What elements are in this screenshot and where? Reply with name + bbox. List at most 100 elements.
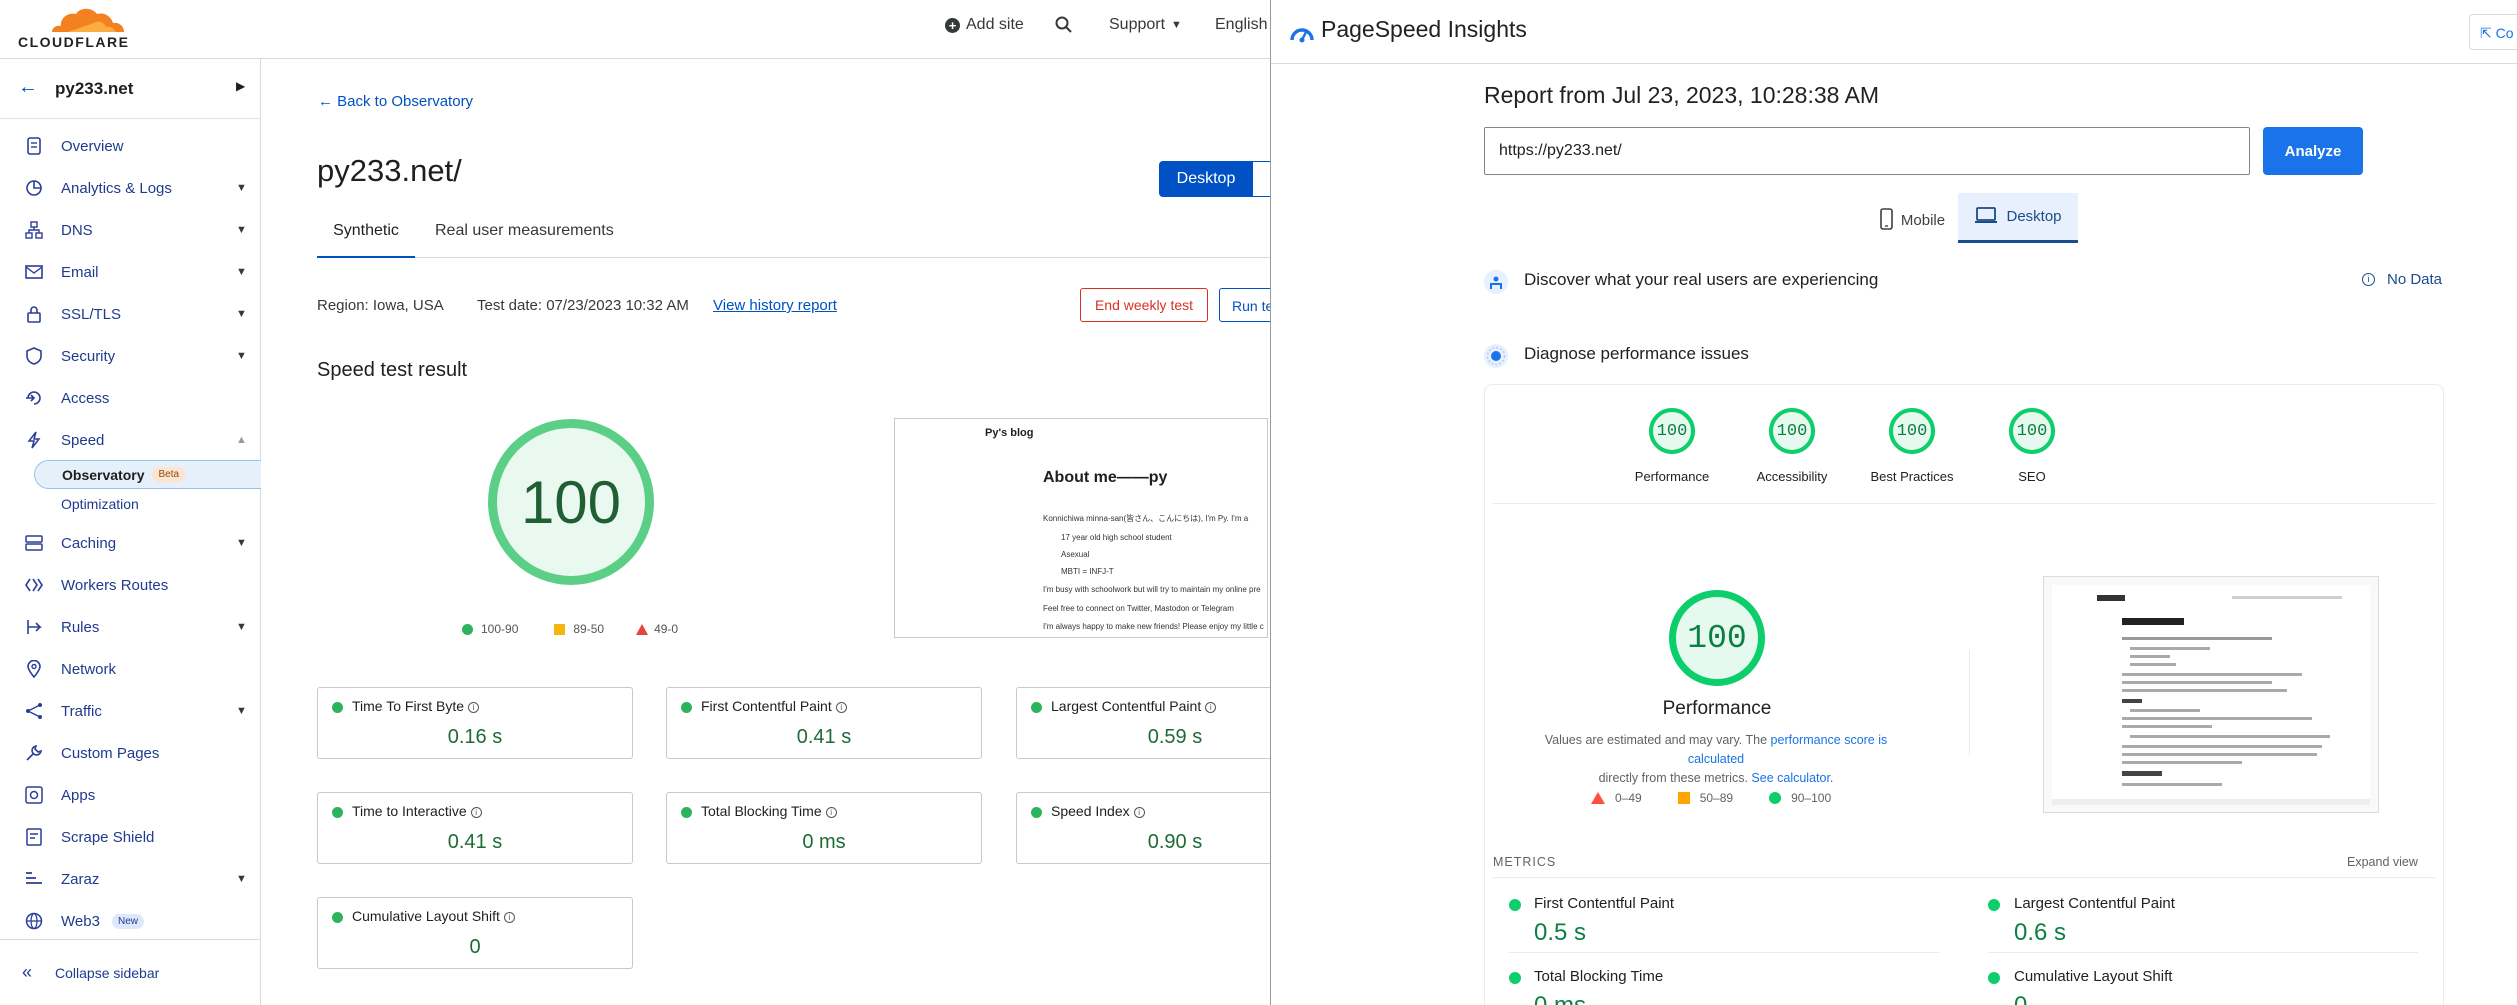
tab-mobile[interactable]: Mobile [1856, 197, 1969, 244]
info-icon[interactable]: i [1133, 807, 1145, 818]
psi-logo-icon[interactable] [1289, 20, 1315, 49]
psi-score-legend: 0–49 50–89 90–100 [1591, 791, 1831, 805]
sidebar-item-traffic[interactable]: Traffic ▼ [0, 693, 261, 729]
users-icon [1484, 270, 1508, 294]
screenshot-page [2052, 585, 2370, 805]
category-label: Best Practices [1870, 469, 1954, 484]
corner-button[interactable]: ⇱ Co [2469, 14, 2517, 50]
sidebar-item-zaraz[interactable]: Zaraz ▼ [0, 861, 261, 897]
preview-line: I'm always happy to make new friends! Pl… [1043, 622, 1264, 631]
run-test-button[interactable]: Run te [1219, 288, 1270, 322]
add-site-button[interactable]: + Add site [945, 16, 1024, 34]
speed-test-title: Speed test result [317, 359, 468, 381]
analyze-button[interactable]: Analyze [2263, 127, 2363, 175]
sidebar-item-ssl-tls[interactable]: SSL/TLS ▼ [0, 296, 261, 332]
account-switcher[interactable]: ← py233.net ▶ [0, 59, 261, 119]
desktop-toggle-button[interactable]: Desktop [1159, 161, 1253, 197]
orange-square-icon [1677, 792, 1690, 804]
traffic-icon [24, 701, 44, 721]
red-triangle-icon [636, 623, 649, 635]
green-dot-icon [1031, 702, 1042, 713]
sidebar-subitem-optimization[interactable]: Optimization [34, 489, 261, 518]
seo-gauge-small[interactable]: 100 [2009, 408, 2055, 454]
apps-icon [24, 785, 44, 805]
sidebar-label: Caching [61, 534, 117, 552]
url-input[interactable]: https://py233.net/ [1484, 127, 2250, 175]
expand-view-toggle[interactable]: Expand view [2347, 855, 2418, 869]
sidebar-item-email[interactable]: Email ▼ [0, 254, 261, 290]
metric-value: 0.5 s [1534, 919, 1587, 946]
sidebar-item-apps[interactable]: Apps [0, 777, 261, 813]
preview-line: Feel free to connect on Twitter, Mastodo… [1043, 604, 1234, 613]
screenshot-line [2122, 717, 2312, 720]
metric-value: 0 [2014, 992, 2027, 1005]
sidebar-subitem-observatory[interactable]: Observatory Beta [34, 460, 261, 489]
sidebar-label: Web3 [61, 912, 100, 930]
green-dot-icon [1509, 972, 1521, 984]
performance-gauge-small[interactable]: 100 [1649, 408, 1695, 454]
sidebar-item-network[interactable]: Network [0, 651, 261, 687]
optimization-label: Optimization [61, 495, 139, 512]
tab-desktop[interactable]: Desktop [1958, 193, 2078, 243]
best-practices-gauge-small[interactable]: 100 [1889, 408, 1935, 454]
green-dot-icon [1988, 899, 2000, 911]
sidebar-item-analytics[interactable]: Analytics & Logs ▼ [0, 170, 261, 206]
info-icon[interactable]: i [825, 807, 837, 818]
back-to-observatory-link[interactable]: ← Back to Observatory [318, 93, 473, 110]
sidebar-item-custom-pages[interactable]: Custom Pages [0, 735, 261, 771]
diagnose-icon [1484, 344, 1508, 368]
info-icon[interactable]: i [470, 807, 482, 818]
sidebar-item-caching[interactable]: Caching ▼ [0, 525, 261, 561]
metric-card-fcp: First Contentful Paint i 0.41 s [666, 687, 982, 759]
collapse-sidebar-button[interactable]: « Collapse sidebar [0, 939, 261, 1005]
end-weekly-test-button[interactable]: End weekly test [1080, 288, 1208, 322]
observatory-main: ← Back to Observatory py233.net/ Desktop… [262, 59, 1270, 1005]
metric-card-tbt: Total Blocking Time i 0 ms [666, 792, 982, 864]
back-arrow-icon[interactable]: ← [18, 76, 38, 99]
sidebar-item-security[interactable]: Security ▼ [0, 338, 261, 374]
info-icon[interactable]: i [468, 702, 480, 713]
tab-synthetic[interactable]: Synthetic [317, 222, 415, 258]
sidebar-item-access[interactable]: Access [0, 380, 261, 416]
accessibility-gauge-small[interactable]: 100 [1769, 408, 1815, 454]
sidebar-item-speed[interactable]: Speed ▲ [0, 422, 261, 458]
info-icon[interactable]: i [1205, 702, 1217, 713]
search-icon[interactable] [1055, 16, 1072, 33]
support-dropdown[interactable]: Support ▼ [1109, 16, 1182, 34]
screenshot-line [2130, 709, 2200, 712]
screenshot-icons [2122, 771, 2162, 776]
sidebar-item-scrape-shield[interactable]: Scrape Shield [0, 819, 261, 855]
preview-line: I'm busy with schoolwork but will try to… [1043, 585, 1261, 594]
tab-real-user-measurements[interactable]: Real user measurements [435, 222, 614, 240]
beta-badge: Beta [152, 467, 186, 482]
sidebar-item-dns[interactable]: DNS ▼ [0, 212, 261, 248]
legend-average: 89-50 [573, 622, 605, 636]
score-legend: 100-90 89-50 49-0 [462, 622, 678, 636]
sidebar-label: Access [61, 389, 110, 407]
info-icon[interactable]: i [835, 702, 847, 713]
caret-down-icon: ▼ [236, 621, 247, 633]
metric-name: Cumulative Layout Shift [2014, 968, 2173, 985]
see-calculator-link[interactable]: See calculator. [1751, 771, 1833, 785]
diagnose-card: 100 Performance 100 Accessibility 100 Be… [1484, 384, 2444, 1005]
sidebar-item-workers-routes[interactable]: Workers Routes [0, 567, 261, 603]
green-dot-icon [332, 912, 343, 923]
red-triangle-icon [1591, 792, 1605, 804]
no-data-indicator[interactable]: i No Data [2362, 271, 2442, 288]
mobile-toggle-button[interactable] [1253, 161, 1270, 197]
screenshot-line [2122, 745, 2322, 748]
language-dropdown[interactable]: English ▼ [1215, 16, 1270, 34]
sidebar-label: Zaraz [61, 870, 100, 888]
phone-icon [1880, 207, 1893, 234]
sidebar-item-rules[interactable]: Rules ▼ [0, 609, 261, 645]
sidebar-item-web3[interactable]: Web3 New [0, 903, 261, 939]
view-history-link[interactable]: View history report [713, 297, 837, 314]
sidebar-item-overview[interactable]: Overview [0, 128, 261, 164]
info-icon[interactable]: i [503, 912, 515, 923]
metric-name: Total Blocking Time [701, 803, 822, 819]
screenshot-line [2130, 655, 2170, 658]
cloudflare-logo[interactable]: CLOUDFLARE [16, 6, 128, 50]
metric-row-divider [1988, 952, 2418, 953]
psi-header: PageSpeed Insights ⇱ Co [1271, 0, 2517, 64]
caret-down-icon: ▼ [236, 350, 247, 362]
